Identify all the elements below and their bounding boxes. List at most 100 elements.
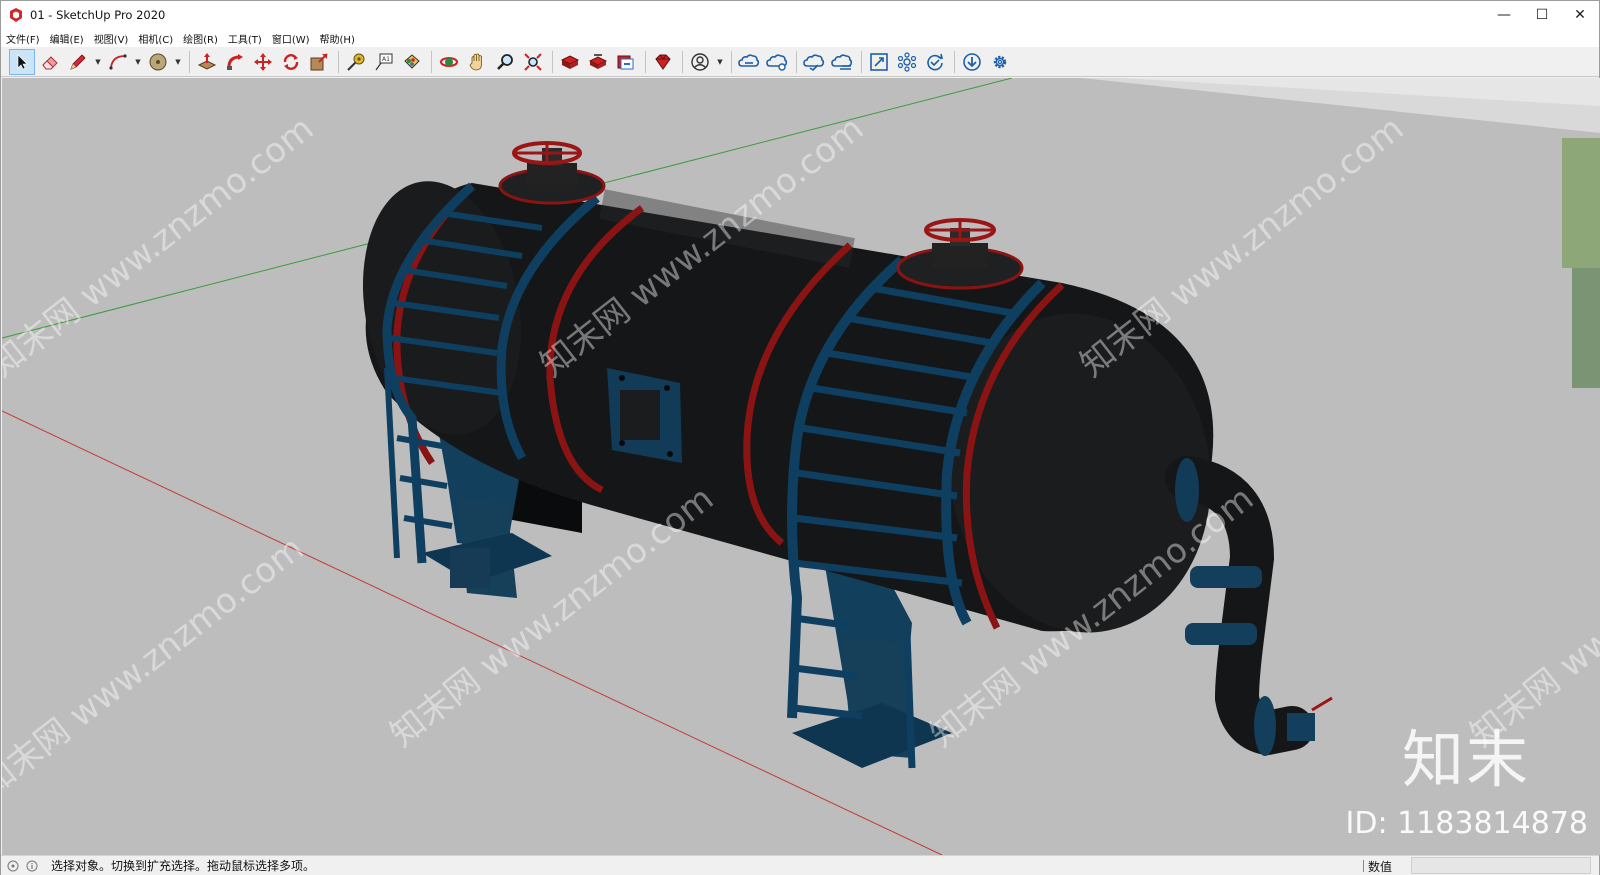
toolbar-separator	[645, 50, 646, 73]
download-plugin-button[interactable]	[959, 49, 985, 75]
text-icon: A1	[375, 53, 393, 70]
layout-icon	[617, 55, 634, 69]
zoom-extents-icon	[524, 52, 542, 71]
line-tool-dropdown[interactable]: ▼	[93, 49, 103, 75]
user-profile-icon	[691, 52, 709, 71]
zoom-tool-button[interactable]	[492, 49, 518, 75]
account-dropdown[interactable]: ▼	[715, 49, 725, 75]
trimble-connect-link-button[interactable]	[736, 49, 762, 75]
ruby-gem-icon	[655, 54, 671, 70]
zoom-extents-tool-button[interactable]	[520, 49, 546, 75]
trimble-connect-share-button[interactable]	[764, 49, 790, 75]
gear-icon	[993, 55, 1007, 68]
svg-text:A1: A1	[382, 56, 390, 63]
valve-right	[896, 218, 1024, 290]
toolbar-separator	[796, 50, 797, 73]
eraser-icon	[42, 55, 58, 69]
geo-location-icon[interactable]	[6, 859, 20, 873]
window-title: 01 - SketchUp Pro 2020	[30, 8, 166, 22]
follow-me-tool-button[interactable]	[222, 49, 248, 75]
eraser-tool-button[interactable]	[37, 49, 63, 75]
maximize-button[interactable]: ☐	[1523, 1, 1561, 29]
arc-tool-button[interactable]	[105, 49, 131, 75]
settings-plugin-button[interactable]	[987, 49, 1013, 75]
menu-tools[interactable]: 工具(T)	[228, 31, 262, 46]
toolbar-separator	[861, 50, 862, 73]
status-hint: 选择对象。切换到扩充选择。拖动鼠标选择多项。	[51, 859, 316, 873]
watermark-id: ID: 1183814878	[1345, 806, 1588, 841]
cloud-lines-icon	[831, 53, 853, 70]
model-viewport[interactable]: 知末网 www.znzmo.com 知末网 www.znzmo.com 知末网 …	[2, 78, 1600, 855]
menu-edit[interactable]: 编辑(E)	[50, 31, 84, 46]
background-foliage	[1562, 138, 1600, 268]
circle-shape-icon	[149, 53, 167, 70]
model-scene: 知末网 www.znzmo.com 知末网 www.znzmo.com 知末网 …	[2, 78, 1600, 855]
paint-bucket-tool-button[interactable]	[399, 49, 425, 75]
menu-draw[interactable]: 绘图(R)	[183, 31, 218, 46]
resize-box-icon	[870, 52, 888, 71]
menu-camera[interactable]: 相机(C)	[138, 31, 173, 46]
scale-icon	[310, 52, 328, 70]
tape-measure-icon	[347, 53, 365, 71]
send-to-layout-button[interactable]	[613, 49, 639, 75]
network-icon	[897, 51, 917, 72]
orbit-tool-button[interactable]	[436, 49, 462, 75]
window-controls: — ☐ ✕	[1485, 1, 1599, 29]
scale-tool-button[interactable]	[306, 49, 332, 75]
menu-window[interactable]: 窗口(W)	[272, 31, 310, 46]
trimble-connect-lines-button[interactable]	[829, 49, 855, 75]
extension-warehouse-icon	[588, 53, 608, 69]
tape-measure-tool-button[interactable]	[343, 49, 369, 75]
menu-help[interactable]: 帮助(H)	[320, 31, 355, 46]
sync-check-icon	[927, 53, 944, 70]
3d-warehouse-button[interactable]	[557, 49, 583, 75]
measurements-input[interactable]	[1411, 857, 1591, 874]
magnifier-icon	[497, 53, 513, 70]
pencil-icon	[70, 53, 86, 70]
minimize-button[interactable]: —	[1485, 1, 1523, 29]
warehouse-icon	[560, 54, 580, 69]
resize-plugin-button[interactable]	[866, 49, 892, 75]
orbit-icon	[440, 56, 458, 67]
info-icon[interactable]	[25, 859, 39, 873]
svg-text:知末网 www.znzmo.com: 知末网 www.znzmo.com	[2, 109, 321, 385]
trimble-connect-check-button[interactable]	[801, 49, 827, 75]
pan-tool-button[interactable]	[464, 49, 490, 75]
move-tool-button[interactable]	[250, 49, 276, 75]
measurements-separator	[1363, 860, 1364, 872]
line-tool-button[interactable]	[65, 49, 91, 75]
sync-plugin-button[interactable]	[922, 49, 948, 75]
cloud-share-icon	[766, 53, 788, 71]
shapes-tool-button[interactable]	[145, 49, 171, 75]
text-tool-button[interactable]: A1	[371, 49, 397, 75]
toolbar-separator	[731, 50, 732, 73]
rotate-tool-button[interactable]	[278, 49, 304, 75]
follow-me-icon	[227, 53, 243, 70]
shapes-tool-dropdown[interactable]: ▼	[173, 49, 183, 75]
cloud-check-icon	[803, 53, 825, 71]
svg-text:知末网 www.znzmo.com: 知末网 www.znzmo.com	[1073, 109, 1411, 385]
sketchup-window: 01 - SketchUp Pro 2020 — ☐ ✕ 文件(F) 编辑(E)…	[0, 0, 1600, 875]
valve-left	[498, 141, 606, 205]
arrow-cursor-icon	[17, 53, 28, 69]
toolbar-separator	[682, 50, 683, 73]
toolbar-separator	[189, 50, 190, 73]
download-circle-icon	[963, 52, 981, 71]
menu-view[interactable]: 视图(V)	[94, 31, 129, 46]
toolbar-separator	[338, 50, 339, 73]
extension-manager-button[interactable]	[650, 49, 676, 75]
extension-warehouse-button[interactable]	[585, 49, 611, 75]
cloud-link-icon	[738, 53, 760, 67]
menu-file[interactable]: 文件(F)	[6, 31, 40, 46]
account-button[interactable]	[687, 49, 713, 75]
manhole-hatch	[607, 368, 682, 463]
status-bar: 选择对象。切换到扩充选择。拖动鼠标选择多项。 数值	[1, 855, 1599, 875]
toolbar-separator	[552, 50, 553, 73]
hand-icon	[469, 52, 482, 70]
push-pull-tool-button[interactable]	[194, 49, 220, 75]
network-plugin-button[interactable]	[894, 49, 920, 75]
arc-tool-dropdown[interactable]: ▼	[133, 49, 143, 75]
arc-icon	[109, 53, 127, 70]
close-button[interactable]: ✕	[1561, 1, 1599, 29]
select-tool-button[interactable]	[9, 48, 35, 75]
